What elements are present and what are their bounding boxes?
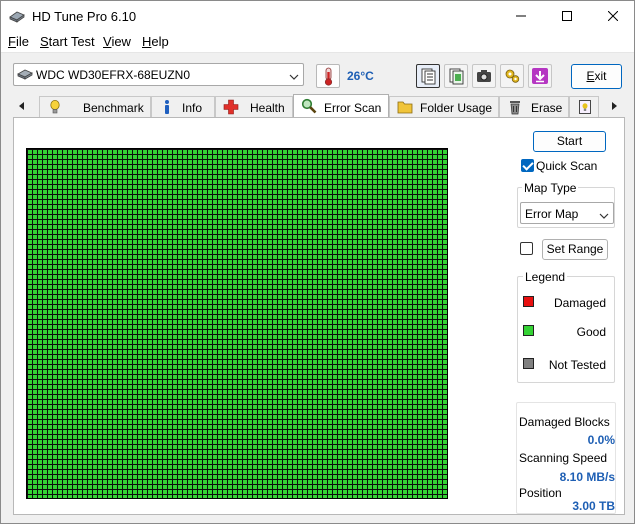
save-button[interactable] [528,64,552,88]
damaged-blocks-value: 0.0% [587,433,615,447]
tab-label: Info [182,101,203,115]
tab-info[interactable]: Info [151,96,215,117]
set-range-checkbox[interactable] [520,242,533,255]
menu-help-hotkey: H [142,34,152,49]
chevron-left-icon [19,101,24,110]
exit-rest: xit [594,69,607,83]
gears-icon [505,69,520,83]
good-blocks [27,149,447,498]
health-cross-icon [223,99,239,115]
drive-select[interactable]: WDC WD30EFRX-68EUZN0 [13,63,304,86]
menu-file[interactable]: File [8,34,29,49]
app-window: HD Tune Pro 6.10 File Start Test View He… [0,0,635,524]
tab-folder-usage[interactable]: Folder Usage [389,96,499,117]
scanning-speed-value: 8.10 MB/s [559,470,615,484]
tab-scroll-right[interactable] [605,95,623,116]
legend-swatch-not-tested [523,358,534,369]
menu-start-test-hotkey: S [40,34,49,49]
map-type-value: Error Map [525,207,579,221]
app-hdd-icon [9,9,25,23]
legend-label-good: Good [576,325,606,339]
tab-scroll-left[interactable] [13,95,31,116]
error-map-grid [26,148,448,499]
legend-title: Legend [523,270,568,284]
set-range-button[interactable]: Set Range [542,239,608,260]
map-type-title: Map Type [522,181,579,195]
damaged-blocks-label: Damaged Blocks [519,415,610,429]
info-icon [159,99,175,115]
legend-swatch-good [523,325,534,336]
menu-bar: File Start Test View Help [1,31,634,53]
chevron-down-icon [599,209,609,223]
menu-start-test-rest: tart Test [48,34,95,49]
legend-swatch-damaged [523,296,534,307]
tab-label: Erase [531,101,563,115]
tab-label: Benchmark [83,101,144,115]
magnifier-icon [301,98,317,114]
exit-button[interactable]: Exit [571,64,622,89]
thermometer-icon [324,67,333,86]
map-type-select[interactable]: Error Map [520,202,614,224]
menu-start-test[interactable]: Start Test [40,34,95,49]
title-bar: HD Tune Pro 6.10 [1,1,634,31]
window-title: HD Tune Pro 6.10 [32,9,137,24]
maximize-icon [562,11,572,21]
tab-benchmark[interactable]: Benchmark [39,96,151,117]
temperature-value: 26°C [347,69,374,83]
legend-label-damaged: Damaged [553,296,606,310]
temperature-button[interactable] [316,64,340,88]
scanning-speed-label: Scanning Speed [519,451,608,465]
copy-image-icon [449,68,464,85]
bulb-icon [47,99,63,115]
chevron-right-icon [612,101,617,110]
menu-view-rest: iew [111,34,131,49]
menu-view[interactable]: View [103,34,131,49]
tab-erase[interactable]: Erase [499,96,569,117]
quick-scan-checkbox[interactable] [521,159,534,172]
exit-hotkey: E [586,69,595,83]
folder-icon [397,99,413,115]
copy-screenshot-button[interactable] [444,64,468,88]
tab-error-scan[interactable]: Error Scan [293,94,389,117]
drive-name: WDC WD30EFRX-68EUZN0 [36,68,191,82]
copy-text-icon [421,68,436,85]
hard-drive-icon [17,68,33,83]
tab-file-benchmark[interactable] [569,96,599,117]
screenshot-button[interactable] [472,64,496,88]
tab-strip: Benchmark Info Health Error Scan Folder … [13,94,623,117]
trash-icon [507,99,523,115]
download-arrow-icon [532,68,548,84]
copy-text-button[interactable] [416,64,440,88]
close-button[interactable] [590,1,635,31]
position-value: 3.00 TB [572,499,615,513]
menu-file-rest: ile [15,34,29,49]
position-label: Position [519,486,562,500]
start-button[interactable]: Start [533,131,606,152]
menu-help-rest: elp [151,34,169,49]
minimize-button[interactable] [498,1,544,31]
menu-file-hotkey: F [8,34,16,49]
options-button[interactable] [500,64,524,88]
maximize-button[interactable] [544,1,590,31]
quick-scan-label: Quick Scan [536,159,598,173]
chevron-down-icon [289,70,299,84]
tab-label: Health [250,101,285,115]
camera-icon [477,70,491,82]
tab-health[interactable]: Health [215,96,293,117]
minimize-icon [516,15,526,17]
menu-help[interactable]: Help [142,34,169,49]
close-icon [608,11,618,21]
legend-label-not-tested: Not Tested [548,358,606,372]
file-benchmark-icon [577,99,593,115]
tab-label: Folder Usage [420,101,493,115]
tab-label: Error Scan [324,101,382,115]
